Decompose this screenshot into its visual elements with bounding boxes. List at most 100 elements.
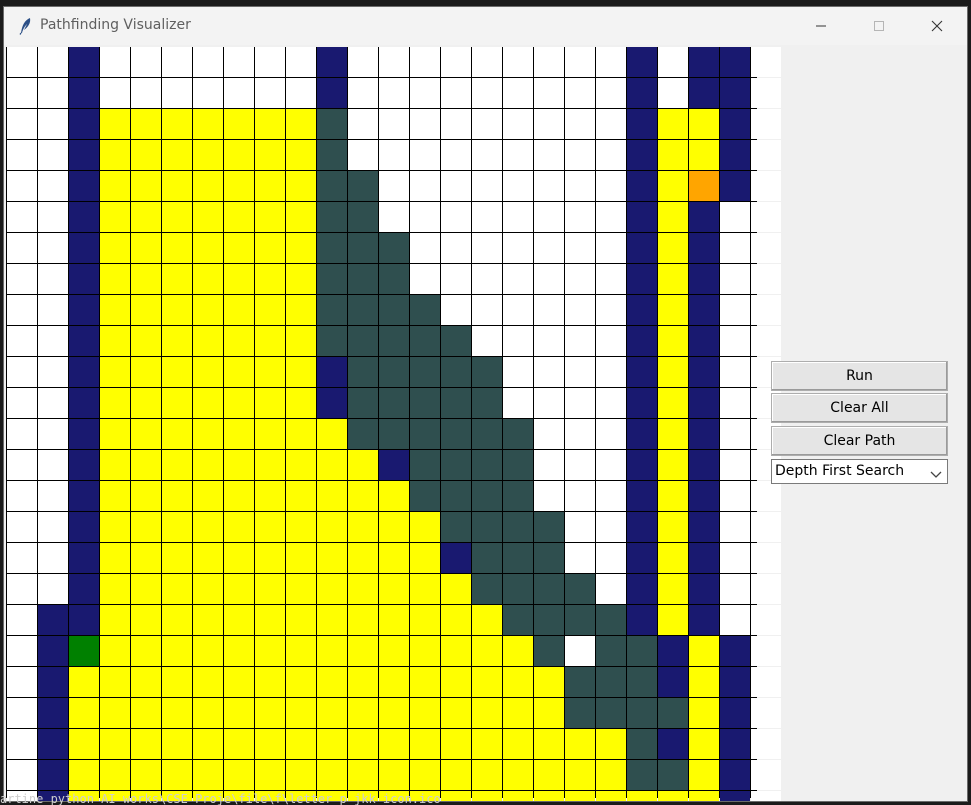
grid-cell-empty[interactable] bbox=[596, 202, 626, 232]
grid-cell-frontier[interactable] bbox=[410, 295, 440, 325]
grid-cell-empty[interactable] bbox=[596, 419, 626, 449]
grid-cell-empty[interactable] bbox=[503, 264, 533, 294]
grid-cell-empty[interactable] bbox=[596, 481, 626, 511]
grid-cell-visited[interactable] bbox=[410, 512, 440, 542]
grid-cell-visited[interactable] bbox=[100, 295, 130, 325]
grid-cell-visited[interactable] bbox=[286, 109, 316, 139]
grid-cell-empty[interactable] bbox=[410, 264, 440, 294]
grid-cell-frontier[interactable] bbox=[565, 698, 595, 728]
grid-cell-visited[interactable] bbox=[255, 760, 285, 790]
grid-cell-visited[interactable] bbox=[348, 574, 378, 604]
grid-cell-visited[interactable] bbox=[162, 109, 192, 139]
grid-cell-visited[interactable] bbox=[348, 667, 378, 697]
grid-cell-empty[interactable] bbox=[751, 574, 781, 604]
grid-cell-empty[interactable] bbox=[565, 202, 595, 232]
grid-cell-barrier[interactable] bbox=[317, 78, 347, 108]
grid-cell-visited[interactable] bbox=[255, 419, 285, 449]
grid-cell-empty[interactable] bbox=[565, 357, 595, 387]
grid-cell-barrier[interactable] bbox=[720, 729, 750, 759]
grid-cell-visited[interactable] bbox=[658, 605, 688, 635]
grid-cell-empty[interactable] bbox=[472, 233, 502, 263]
grid-cell-empty[interactable] bbox=[596, 47, 626, 77]
grid-cell-empty[interactable] bbox=[410, 47, 440, 77]
grid-cell-frontier[interactable] bbox=[317, 202, 347, 232]
grid-cell-empty[interactable] bbox=[38, 140, 68, 170]
grid-cell-visited[interactable] bbox=[162, 233, 192, 263]
grid-cell-empty[interactable] bbox=[503, 388, 533, 418]
grid-cell-visited[interactable] bbox=[658, 512, 688, 542]
grid-cell-empty[interactable] bbox=[720, 295, 750, 325]
grid-cell-empty[interactable] bbox=[720, 450, 750, 480]
grid-cell-empty[interactable] bbox=[7, 605, 37, 635]
grid-cell-visited[interactable] bbox=[441, 729, 471, 759]
grid-cell-visited[interactable] bbox=[100, 729, 130, 759]
grid-cell-barrier[interactable] bbox=[720, 171, 750, 201]
grid-cell-visited[interactable] bbox=[689, 729, 719, 759]
grid-cell-visited[interactable] bbox=[100, 233, 130, 263]
grid-cell-visited[interactable] bbox=[255, 698, 285, 728]
grid-cell-visited[interactable] bbox=[255, 388, 285, 418]
grid-cell-visited[interactable] bbox=[224, 729, 254, 759]
grid-cell-visited[interactable] bbox=[286, 264, 316, 294]
grid-cell-empty[interactable] bbox=[410, 140, 440, 170]
grid-cell-visited[interactable] bbox=[689, 667, 719, 697]
grid-cell-barrier[interactable] bbox=[627, 388, 657, 418]
grid-cell-barrier[interactable] bbox=[720, 47, 750, 77]
grid-cell-frontier[interactable] bbox=[627, 760, 657, 790]
grid-cell-visited[interactable] bbox=[162, 698, 192, 728]
grid-cell-barrier[interactable] bbox=[627, 326, 657, 356]
grid-cell-frontier[interactable] bbox=[503, 512, 533, 542]
grid-cell-empty[interactable] bbox=[751, 512, 781, 542]
grid-cell-visited[interactable] bbox=[69, 667, 99, 697]
grid-cell-empty[interactable] bbox=[38, 233, 68, 263]
grid-cell-visited[interactable] bbox=[286, 481, 316, 511]
close-button[interactable] bbox=[908, 7, 966, 45]
grid-cell-empty[interactable] bbox=[348, 78, 378, 108]
grid-cell-visited[interactable] bbox=[193, 202, 223, 232]
grid-cell-visited[interactable] bbox=[317, 605, 347, 635]
grid-cell-visited[interactable] bbox=[658, 326, 688, 356]
grid-cell-visited[interactable] bbox=[193, 605, 223, 635]
grid-cell-visited[interactable] bbox=[162, 264, 192, 294]
grid-cell-visited[interactable] bbox=[689, 636, 719, 666]
grid-cell-visited[interactable] bbox=[131, 140, 161, 170]
grid-cell-visited[interactable] bbox=[162, 636, 192, 666]
grid-cell-visited[interactable] bbox=[162, 140, 192, 170]
grid-cell-empty[interactable] bbox=[38, 481, 68, 511]
grid-cell-visited[interactable] bbox=[131, 295, 161, 325]
grid-cell-empty[interactable] bbox=[751, 729, 781, 759]
grid-cell-visited[interactable] bbox=[348, 760, 378, 790]
grid-cell-empty[interactable] bbox=[565, 481, 595, 511]
grid-cell-frontier[interactable] bbox=[410, 419, 440, 449]
grid-cell-empty[interactable] bbox=[503, 140, 533, 170]
grid-cell-empty[interactable] bbox=[751, 543, 781, 573]
grid-cell-empty[interactable] bbox=[410, 78, 440, 108]
grid-cell-visited[interactable] bbox=[100, 202, 130, 232]
grid-cell-visited[interactable] bbox=[286, 233, 316, 263]
grid-cell-barrier[interactable] bbox=[441, 543, 471, 573]
grid-cell-visited[interactable] bbox=[255, 233, 285, 263]
grid-cell-empty[interactable] bbox=[255, 78, 285, 108]
grid-cell-empty[interactable] bbox=[503, 357, 533, 387]
grid-cell-frontier[interactable] bbox=[627, 698, 657, 728]
grid-cell-visited[interactable] bbox=[472, 729, 502, 759]
grid-cell-barrier[interactable] bbox=[627, 109, 657, 139]
grid-cell-barrier[interactable] bbox=[627, 295, 657, 325]
grid-cell-visited[interactable] bbox=[441, 574, 471, 604]
grid-cell-visited[interactable] bbox=[100, 636, 130, 666]
grid-cell-barrier[interactable] bbox=[720, 78, 750, 108]
grid-cell-visited[interactable] bbox=[658, 140, 688, 170]
grid-cell-empty[interactable] bbox=[534, 481, 564, 511]
grid-cell-empty[interactable] bbox=[596, 140, 626, 170]
grid-cell-empty[interactable] bbox=[162, 78, 192, 108]
grid-cell-empty[interactable] bbox=[472, 295, 502, 325]
grid-cell-frontier[interactable] bbox=[317, 326, 347, 356]
grid-cell-visited[interactable] bbox=[162, 326, 192, 356]
grid-cell-empty[interactable] bbox=[596, 295, 626, 325]
grid-cell-empty[interactable] bbox=[131, 78, 161, 108]
grid-cell-barrier[interactable] bbox=[317, 47, 347, 77]
grid-cell-empty[interactable] bbox=[534, 357, 564, 387]
grid-cell-visited[interactable] bbox=[658, 233, 688, 263]
grid-cell-visited[interactable] bbox=[162, 295, 192, 325]
grid-cell-barrier[interactable] bbox=[627, 202, 657, 232]
